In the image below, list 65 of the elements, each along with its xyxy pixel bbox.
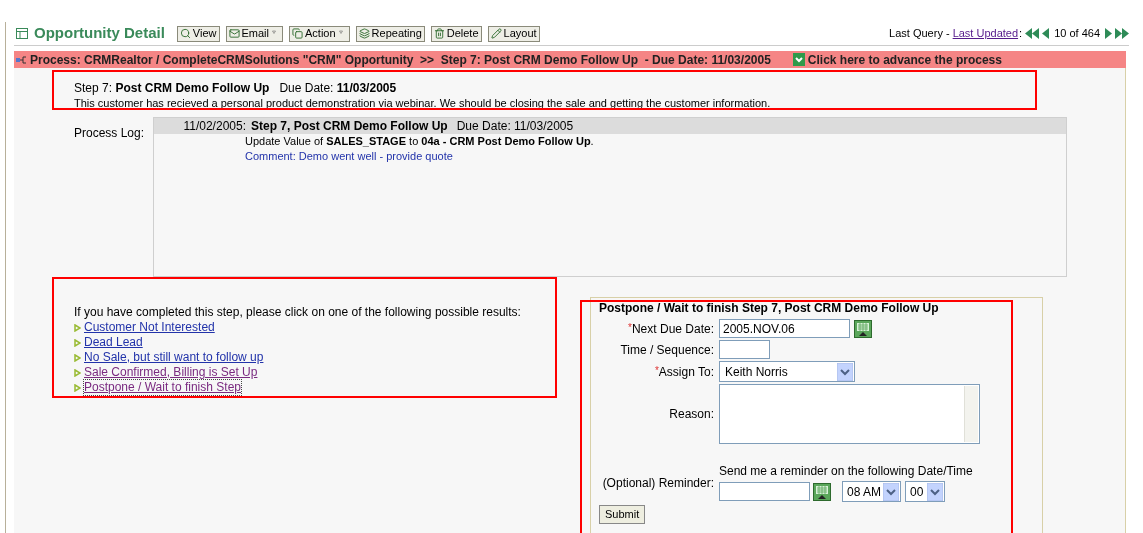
result-link[interactable]: Sale Confirmed, Billing is Set Up	[84, 365, 258, 380]
caret-icon	[883, 482, 900, 501]
calendar-icon[interactable]	[813, 482, 831, 501]
process-path: Process: CRMRealtor / CompleteCRMSolutions "CRM" Opportunity >> Step 7: Post CRM Demo Follow Up - Due Date: 11/03/2005	[30, 51, 771, 69]
result-link[interactable]: No Sale, but still want to follow up	[84, 350, 264, 365]
log-comment: Comment: Demo went well - provide quote	[245, 149, 454, 164]
result-link[interactable]: Postpone / Wait to finish Step	[84, 380, 241, 395]
result-link[interactable]: Customer Not Interested	[84, 320, 215, 335]
last-updated-link[interactable]: Last Updated	[952, 25, 1019, 42]
step-heading: Step 7: Post CRM Demo Follow Up Due Date: 11/03/2005	[74, 81, 398, 96]
process-icon	[16, 54, 28, 65]
bullet-icon	[74, 383, 81, 392]
bullet-icon	[74, 353, 81, 362]
form-icon	[16, 28, 28, 39]
first-page-icon[interactable]	[1025, 28, 1040, 39]
toolbar-button[interactable]: View	[176, 25, 220, 42]
process-log-label: Process Log:	[74, 125, 146, 142]
colon-label: :	[1019, 26, 1023, 42]
field-label: *Next Due Date:	[627, 320, 714, 338]
field-label: *Assign To:	[653, 363, 714, 381]
toolbar-icon	[490, 28, 502, 39]
toolbar-button[interactable]: Delete	[430, 25, 482, 42]
toolbar-button[interactable]: Email	[225, 25, 283, 42]
log-date: 11/02/2005:	[182, 118, 246, 135]
toolbar-button[interactable]: Layout	[487, 25, 540, 42]
reminder-date-field[interactable]	[719, 482, 810, 501]
minute-select[interactable]: 00	[905, 481, 946, 502]
bullet-icon	[74, 368, 81, 377]
time-field[interactable]	[719, 340, 770, 359]
caret-icon	[927, 482, 944, 501]
field-label: Time / Sequence:	[619, 341, 714, 359]
previous-page-icon[interactable]	[1042, 28, 1050, 39]
toolbar-button[interactable]: Repeating	[355, 25, 425, 42]
advance-process-link[interactable]: Click here to advance the process	[807, 50, 1002, 69]
bullet-icon	[74, 323, 81, 332]
toolbar-button[interactable]: Action	[289, 25, 350, 42]
results-prompt: If you have completed this step, please click on one of the following possible results:	[74, 305, 522, 320]
field-label: (Optional) Reminder:	[602, 475, 714, 492]
calendar-icon[interactable]	[854, 319, 872, 338]
assign-to-select[interactable]: Keith Norris	[719, 361, 855, 382]
next-page-icon[interactable]	[1105, 28, 1112, 39]
postpone-title: Postpone / Wait to finish Step 7, Post CRM Demo Follow Up	[599, 300, 940, 317]
field-label: Reason:	[668, 406, 714, 423]
page-title: Opportunity Detail	[34, 23, 165, 44]
toolbar-icon	[358, 28, 370, 39]
toolbar-icon	[228, 28, 240, 39]
toolbar-icon	[292, 28, 303, 39]
log-step: Step 7, Post CRM Demo Follow Up	[251, 117, 448, 135]
log-due-date: Due Date: 11/03/2005	[456, 118, 574, 135]
caret-icon	[837, 362, 853, 381]
hour-select[interactable]: 08 AM	[842, 481, 902, 502]
advance-icon[interactable]	[792, 53, 805, 66]
bullet-icon	[74, 338, 81, 347]
log-update: Update Value of SALES_STAGE to 04a - CRM Post Demo Follow Up.	[245, 134, 595, 149]
record-position: 10 of 464	[1054, 26, 1100, 42]
submit-button[interactable]: Submit	[599, 505, 646, 524]
result-link[interactable]: Dead Lead	[84, 335, 143, 350]
last-query-label: Last Query -	[889, 26, 950, 42]
reminder-hint: Send me a reminder on the following Date/Time	[719, 463, 974, 480]
last-page-icon[interactable]	[1115, 28, 1129, 39]
scrollbar[interactable]	[964, 386, 978, 442]
toolbar-icon	[179, 28, 191, 39]
reason-field[interactable]	[719, 384, 980, 444]
toolbar-icon	[433, 28, 445, 39]
due-date-field[interactable]: 2005.NOV.06	[719, 319, 850, 338]
